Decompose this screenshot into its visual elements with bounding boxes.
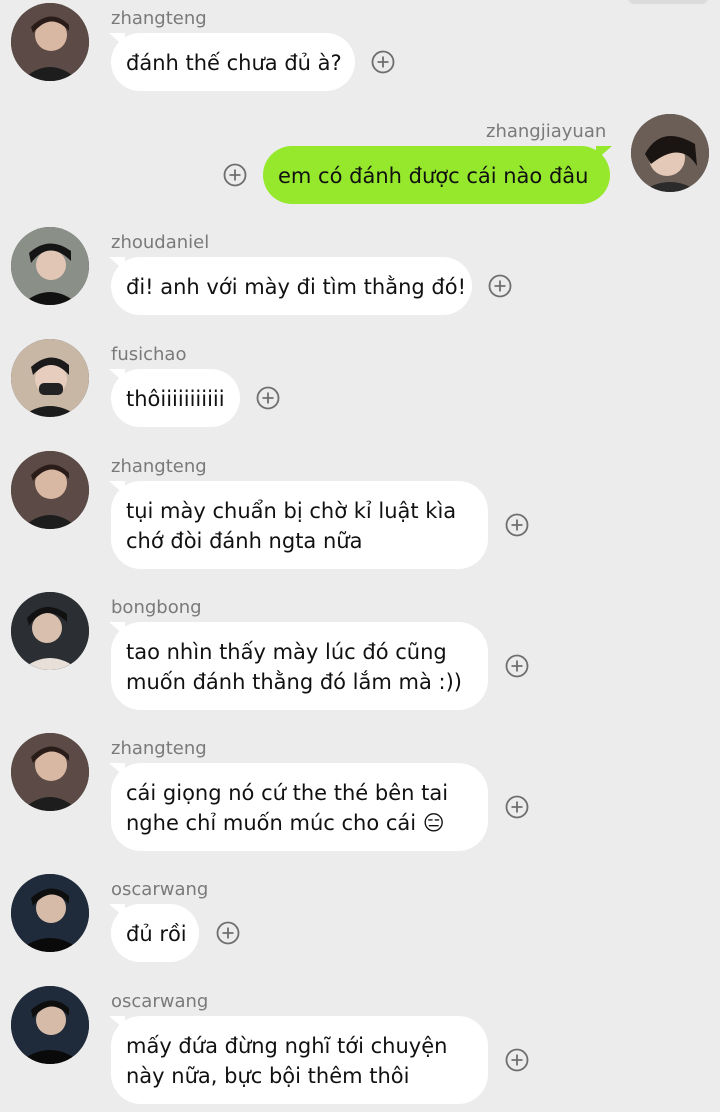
plus-circle-icon[interactable] bbox=[256, 386, 280, 410]
message-bubble[interactable]: đi! anh với mày đi tìm thằng đó! bbox=[109, 257, 472, 315]
avatar[interactable] bbox=[11, 227, 89, 305]
avatar[interactable] bbox=[11, 451, 89, 529]
sender-name: zhangteng bbox=[111, 8, 207, 29]
message-text-line: tụi mày chuẩn bị chờ kỉ luật kìa bbox=[126, 499, 457, 523]
message-text: thôiiiiiiiiiii bbox=[126, 387, 225, 411]
plus-circle-icon[interactable] bbox=[505, 795, 529, 819]
message-bubble[interactable]: tao nhìn thấy mày lúc đó cũng muốn đánh … bbox=[109, 622, 488, 710]
message-text: đánh thế chưa đủ à? bbox=[126, 51, 342, 75]
plus-circle-icon[interactable] bbox=[223, 163, 247, 187]
avatar[interactable] bbox=[11, 3, 89, 81]
avatar[interactable] bbox=[631, 114, 709, 192]
message-bubble[interactable]: tụi mày chuẩn bị chờ kỉ luật kìa chớ đòi… bbox=[109, 481, 488, 569]
avatar[interactable] bbox=[11, 592, 89, 670]
plus-circle-icon[interactable] bbox=[505, 654, 529, 678]
message-bubble[interactable]: mấy đứa đừng nghĩ tới chuyện này nữa, bự… bbox=[109, 1016, 488, 1104]
avatar[interactable] bbox=[11, 339, 89, 417]
message-text-line: chớ đòi đánh ngta nữa bbox=[126, 529, 363, 553]
message-text-line: nghe chỉ muốn múc cho cái 😑 bbox=[126, 811, 445, 835]
sender-name: zhangteng bbox=[111, 738, 207, 759]
sender-name: oscarwang bbox=[111, 991, 209, 1012]
message-bubble[interactable]: cái giọng nó cứ the thé bên tai nghe chỉ… bbox=[109, 763, 488, 851]
message-text: đi! anh với mày đi tìm thằng đó! bbox=[126, 275, 466, 299]
sender-name: bongbong bbox=[111, 597, 202, 618]
avatar[interactable] bbox=[11, 733, 89, 811]
message-bubble[interactable]: đủ rồi bbox=[109, 904, 199, 962]
plus-circle-icon[interactable] bbox=[505, 1048, 529, 1072]
message-text-line: tao nhìn thấy mày lúc đó cũng bbox=[126, 640, 447, 664]
sender-name: oscarwang bbox=[111, 879, 209, 900]
plus-circle-icon[interactable] bbox=[371, 50, 395, 74]
message-text-line: cái giọng nó cứ the thé bên tai bbox=[126, 781, 449, 805]
message-bubble[interactable]: em có đánh được cái nào đâu bbox=[263, 146, 612, 204]
sender-name: zhoudaniel bbox=[111, 232, 210, 253]
message-text: đủ rồi bbox=[126, 922, 187, 946]
message-text-line: này nữa, bực bội thêm thôi bbox=[126, 1064, 410, 1088]
plus-circle-icon[interactable] bbox=[488, 274, 512, 298]
message-bubble[interactable]: thôiiiiiiiiiii bbox=[109, 369, 240, 427]
message-text-line: muốn đánh thằng đó lắm mà :)) bbox=[126, 670, 462, 694]
message-bubble[interactable]: đánh thế chưa đủ à? bbox=[109, 33, 355, 91]
plus-circle-icon[interactable] bbox=[216, 921, 240, 945]
avatar[interactable] bbox=[11, 986, 89, 1064]
message-text: em có đánh được cái nào đâu bbox=[278, 164, 589, 188]
avatar[interactable] bbox=[11, 874, 89, 952]
sender-name: fusichao bbox=[111, 344, 187, 365]
top-scroll-indicator bbox=[628, 0, 708, 4]
sender-name: zhangteng bbox=[111, 456, 207, 477]
plus-circle-icon[interactable] bbox=[505, 513, 529, 537]
sender-name: zhangjiayuan bbox=[486, 121, 607, 142]
message-text-line: mấy đứa đừng nghĩ tới chuyện bbox=[126, 1034, 448, 1058]
